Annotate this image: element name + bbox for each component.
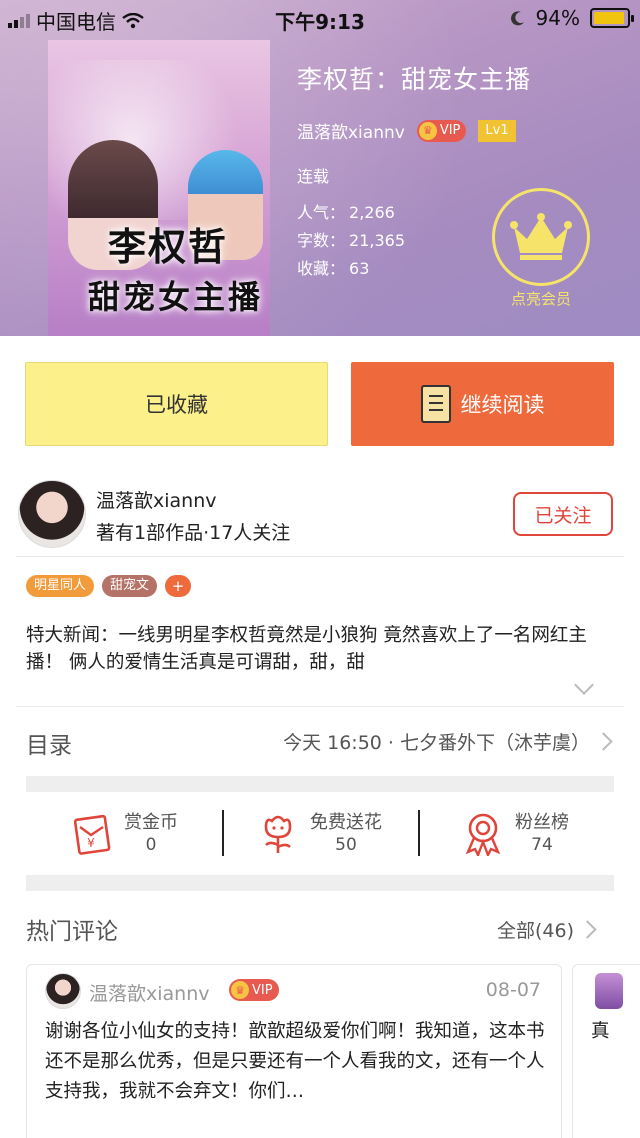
chevron-down-icon[interactable] <box>574 675 594 695</box>
comment-text: 真 <box>591 1021 610 1042</box>
crown-icon: ♛ <box>418 121 437 140</box>
author-subtitle: 著有1部作品·17人关注 <box>96 522 291 544</box>
toc-label: 目录 <box>26 733 72 759</box>
section-separator <box>26 875 614 891</box>
comment-text: 谢谢各位小仙女的支持！歆歆超级爱你们啊！我知道，这本书还不是那么优秀，但是只要还… <box>45 1021 545 1102</box>
reward-count: 0 <box>145 835 157 855</box>
divider <box>16 556 624 557</box>
add-tag-button[interactable]: + <box>165 575 192 597</box>
serial-status: 连载 <box>297 167 330 186</box>
vip-badge: ♛ VIP <box>416 119 467 142</box>
chevron-right-icon <box>578 920 597 939</box>
flower-label: 免费送花 <box>310 812 382 833</box>
ranking-count: 74 <box>531 835 553 855</box>
author-avatar[interactable] <box>18 480 86 548</box>
follow-button[interactable]: 已关注 <box>513 492 613 536</box>
member-label: 点亮会员 <box>510 290 571 308</box>
commenter-avatar[interactable] <box>595 973 623 1009</box>
latest-chapter: 今天 16:50 · 七夕番外下（沐芋虞） <box>283 732 590 754</box>
cover-title-line1: 李权哲 <box>108 224 229 269</box>
continue-reading-button[interactable]: 继续阅读 <box>351 362 614 446</box>
chevron-right-icon <box>594 732 613 751</box>
book-cover[interactable]: 李权哲 甜宠女主播 <box>48 40 270 336</box>
reward-label: 赏金币 <box>124 812 178 833</box>
reward-coins-button[interactable]: ¥ 赏金币 0 <box>26 792 222 876</box>
book-header: 中国电信 下午9:13 94% 李权哲 甜宠女主播 李权哲：甜宠女主播 温落歆x… <box>0 0 640 336</box>
moon-icon <box>510 11 524 26</box>
all-comments-link[interactable]: 全部(46) <box>497 916 574 943</box>
comment-date: 08-07 <box>485 979 541 1001</box>
vip-badge: ♛ VIP <box>229 979 279 1001</box>
book-author[interactable]: 温落歆xiannv <box>297 118 405 143</box>
tag-item[interactable]: 明星同人 <box>26 575 95 597</box>
flower-count: 50 <box>335 835 357 855</box>
commenter-avatar[interactable] <box>45 973 81 1009</box>
comment-card[interactable]: 温落歆xiannv ♛ VIP 08-07 谢谢各位小仙女的支持！歆歆超级爱你们… <box>26 964 562 1138</box>
action-bar: ¥ 赏金币 0 免费送花 50 粉丝榜 74 <box>26 792 614 876</box>
tag-item[interactable]: 甜宠文 <box>102 575 158 597</box>
comments-title: 热门评论 <box>26 919 118 945</box>
ranking-label: 粉丝榜 <box>515 812 569 833</box>
author-row[interactable]: 温落歆xiannv 著有1部作品·17人关注 已关注 <box>0 470 640 556</box>
author-name[interactable]: 温落歆xiannv <box>96 486 217 513</box>
tag-list: 明星同人 甜宠文 + <box>26 575 192 597</box>
coin-envelope-icon: ¥ <box>73 814 111 855</box>
crown-icon: ♛ <box>231 981 249 999</box>
medal-icon <box>465 813 501 856</box>
fan-ranking-button[interactable]: 粉丝榜 74 <box>418 792 614 876</box>
status-bar: 中国电信 下午9:13 94% <box>0 0 640 36</box>
comments-header: 热门评论 全部(46) <box>0 900 640 956</box>
svg-text:¥: ¥ <box>87 836 95 850</box>
level-badge: Lv1 <box>478 119 516 142</box>
collected-button[interactable]: 已收藏 <box>25 362 328 446</box>
crown-icon <box>510 213 572 260</box>
table-of-contents-row[interactable]: 目录 今天 16:50 · 七夕番外下（沐芋虞） <box>0 706 640 774</box>
send-flower-button[interactable]: 免费送花 50 <box>222 792 418 876</box>
book-title: 李权哲：甜宠女主播 <box>297 65 532 94</box>
synopsis: 特大新闻：一线男明星李权哲竟然是小狼狗 竟然喜欢上了一名网红主播！ 俩人的爱情生… <box>26 625 587 673</box>
flower-icon <box>264 815 292 853</box>
battery-percent: 94% <box>535 6 580 30</box>
member-button[interactable]: 点亮会员 <box>492 188 590 309</box>
section-separator <box>26 776 614 792</box>
comment-card[interactable]: 真 <box>572 964 640 1138</box>
cover-title-line2: 甜宠女主播 <box>88 278 264 316</box>
book-icon <box>420 385 451 423</box>
battery-icon <box>590 8 634 28</box>
commenter-name[interactable]: 温落歆xiannv <box>89 979 210 1006</box>
